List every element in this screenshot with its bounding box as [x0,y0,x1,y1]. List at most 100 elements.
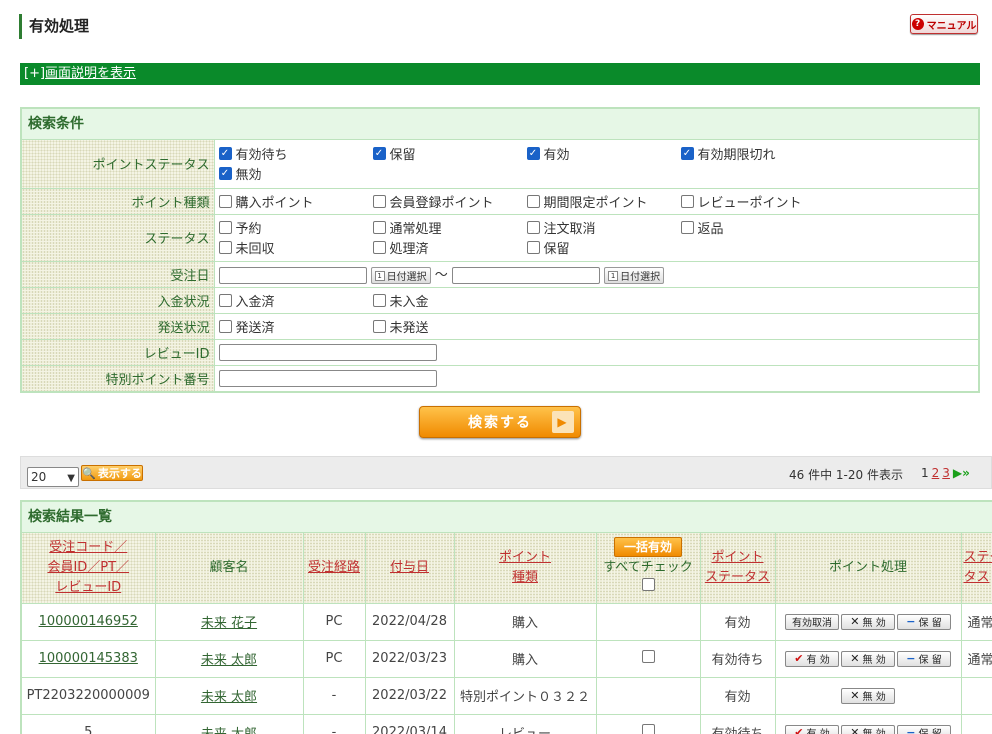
checked-box-icon[interactable]: ✓ [372,147,386,161]
order-date-from-picker[interactable]: 1 日付選択 [370,267,431,284]
unchecked-box-icon[interactable] [372,221,386,234]
hold-button[interactable]: −保 留 [897,724,951,734]
option-checkbox[interactable]: ✓ 保留 [372,145,527,163]
option-checkbox[interactable]: レビューポイント [680,192,881,211]
option-checkbox[interactable]: 入金済 [218,291,373,310]
table-row: 100000146952 未来 花子 PC 2022/04/28 購入 有効 有効取消 ✕ 無 … [22,603,992,641]
invalid-icon: ✕ [850,726,860,734]
special-point-input[interactable] [218,369,437,387]
hold-label: 保 留 [918,618,942,629]
cell-type: 購入 [454,603,597,641]
checked-box-icon[interactable]: ✓ [218,167,232,181]
sort-route-link[interactable]: 受注経路 [308,560,360,575]
option-checkbox[interactable]: ✓ 有効期限切れ [680,145,881,163]
order-date-to-input[interactable] [451,267,600,284]
option-checkbox[interactable]: 未発送 [372,317,527,336]
invalid-button[interactable]: ✕無 効 [841,650,895,667]
page-link-2[interactable]: 2 [932,466,940,480]
sort-type-link[interactable]: ポイント 種類 [499,550,551,585]
unchecked-box-icon[interactable] [680,194,694,208]
option-checkbox[interactable]: 発送済 [218,317,373,336]
cell-point-status: 有効待ち [700,640,776,678]
option-checkbox[interactable]: 通常処理 [372,219,527,237]
option-label: 保留 [543,242,570,257]
unchecked-box-icon[interactable] [218,241,232,254]
order-code-link[interactable]: 100000145383 [39,651,138,666]
page-link-3[interactable]: 3 [942,466,950,480]
checked-box-icon[interactable]: ✓ [218,147,232,161]
checked-box-icon[interactable]: ✓ [526,147,540,161]
hold-button[interactable]: −保 留 [897,650,951,667]
unchecked-box-icon[interactable] [526,194,540,208]
show-button[interactable]: 🔍 表示する [81,465,143,481]
route-text: PC [325,614,343,629]
option-checkbox[interactable]: 返品 [680,219,881,237]
next-page-icon[interactable]: ▶» [953,466,970,480]
valid-button[interactable]: ✔有 効 [785,650,839,667]
invalid-button[interactable]: ✕無 効 [841,613,895,630]
option-checkbox[interactable]: 処理済 [372,239,527,257]
type-text: レビュー [499,727,551,734]
option-checkbox[interactable]: 購入ポイント [218,192,373,211]
order-code-link[interactable]: 100000146952 [39,614,138,629]
order-date-to-picker[interactable]: 1 日付選択 [604,267,665,284]
search-button[interactable]: 検索する ▶ [419,406,581,438]
option-checkbox[interactable]: 未入金 [372,291,527,310]
customer-link[interactable]: 未来 太郎 [201,690,257,705]
hold-button[interactable]: −保 留 [897,613,951,630]
unchecked-box-icon[interactable] [218,293,232,307]
bulk-valid-button[interactable]: 一括有効 [614,537,682,558]
invalid-button[interactable]: ✕無 効 [841,687,895,704]
customer-link[interactable]: 未来 太郎 [201,653,257,668]
option-checkbox[interactable]: 会員登録ポイント [372,192,527,211]
unchecked-box-icon[interactable] [218,194,232,208]
unchecked-box-icon[interactable] [526,241,540,254]
check-all-checkbox[interactable] [641,578,655,592]
valid-button[interactable]: ✔有 効 [785,724,839,734]
show-button-label: 表示する [97,467,142,480]
unchecked-box-icon[interactable] [680,221,694,234]
unchecked-box-icon[interactable] [372,319,386,333]
option-checkbox[interactable]: 未回収 [218,239,373,257]
option-checkbox[interactable]: 注文取消 [526,219,681,237]
unchecked-box-icon[interactable] [372,241,386,254]
option-label: 会員登録ポイント [389,195,494,211]
row-checkbox[interactable] [641,650,655,663]
calendar-icon: 1 [608,270,619,281]
point-status-text: 有効 [724,690,751,705]
customer-link[interactable]: 未来 太郎 [201,727,257,734]
option-checkbox[interactable]: ✓ 有効 [526,145,681,163]
customer-link[interactable]: 未来 花子 [201,616,257,631]
option-checkbox[interactable]: ✓ 無効 [218,165,373,183]
cancel-button[interactable]: 有効取消 [785,613,839,630]
option-checkbox[interactable]: 予約 [218,219,373,237]
route-text: PC [325,651,343,666]
invalid-button[interactable]: ✕無 効 [841,724,895,734]
unchecked-box-icon[interactable] [218,319,232,333]
manual-button[interactable]: ? マニュアル [910,14,978,34]
review-id-input[interactable] [218,343,437,361]
per-page-select[interactable]: 20 ▼ [27,467,79,487]
valid-icon: ✔ [794,726,804,734]
option-checkbox[interactable]: 保留 [526,239,681,257]
unchecked-box-icon[interactable] [372,194,386,208]
unchecked-box-icon[interactable] [372,293,386,307]
cell-code: 100000146952 [22,603,156,641]
show-description-link[interactable]: 画面説明を表示 [45,66,136,81]
unchecked-box-icon[interactable] [218,221,232,234]
search-panel: 検索条件 ポイントステータス ✓ 有効待ち ✓ 保留 ✓ 有効 ✓ 有効期限切れ ✓ 無効 ポイン… [20,107,980,393]
cell-route: PC [303,640,366,678]
sort-date-link[interactable]: 付与日 [390,560,429,575]
order-date-from-input[interactable] [218,267,367,284]
unchecked-box-icon[interactable] [526,221,540,234]
hold-icon: − [906,726,916,734]
sort-status-link[interactable]: ステータス [964,550,992,585]
checked-box-icon[interactable]: ✓ [680,147,694,161]
cell-process: 有効取消 ✕ 無 効 − 保 留 [775,603,962,641]
row-checkbox[interactable] [641,724,655,734]
option-checkbox[interactable]: 期間限定ポイント [526,192,681,211]
invalid-icon: ✕ [850,689,860,702]
option-checkbox[interactable]: ✓ 有効待ち [218,145,373,163]
sort-code-link[interactable]: 受注コード／ 会員ID／PT／ レビューID [47,540,129,595]
sort-pstatus-link[interactable]: ポイント ステータス [705,550,770,585]
